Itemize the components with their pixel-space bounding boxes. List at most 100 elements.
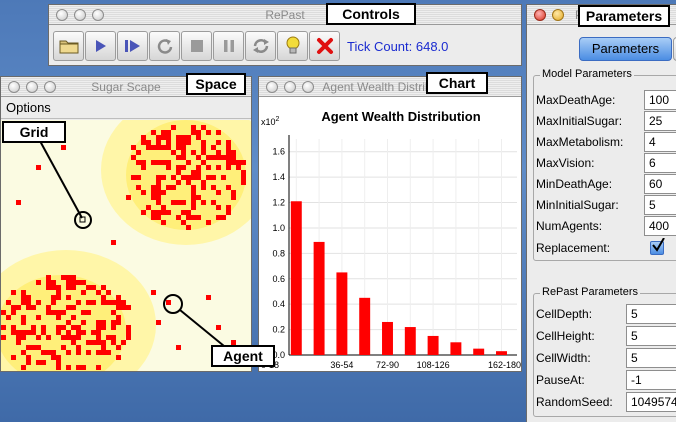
exit-button[interactable] [309,31,340,61]
agent[interactable] [231,150,236,155]
agent[interactable] [156,210,161,215]
agent[interactable] [206,130,211,135]
agent[interactable] [101,285,106,290]
agent[interactable] [111,320,116,325]
pause-at-field[interactable]: -1 [626,370,676,390]
agent[interactable] [146,205,151,210]
agent[interactable] [26,355,31,360]
agent[interactable] [161,220,166,225]
agent[interactable] [181,135,186,140]
agent[interactable] [206,220,211,225]
pause-button[interactable] [213,31,244,61]
agent[interactable] [226,165,231,170]
agent[interactable] [166,140,171,145]
agent[interactable] [201,200,206,205]
agent[interactable] [86,350,91,355]
agent[interactable] [116,300,121,305]
agent[interactable] [181,165,186,170]
agent[interactable] [71,335,76,340]
agent[interactable] [11,305,16,310]
agent[interactable] [61,310,66,315]
agent[interactable] [86,340,91,345]
agent[interactable] [11,290,16,295]
agent[interactable] [221,175,226,180]
agent[interactable] [26,345,31,350]
agent[interactable] [156,320,161,325]
agent[interactable] [41,360,46,365]
agent[interactable] [66,275,71,280]
agent[interactable] [146,145,151,150]
controls-titlebar[interactable]: RePast [49,5,521,25]
agent[interactable] [181,150,186,155]
agent[interactable] [181,155,186,160]
agent[interactable] [71,325,76,330]
agent[interactable] [191,125,196,130]
agent[interactable] [126,195,131,200]
agent[interactable] [191,130,196,135]
agent[interactable] [191,185,196,190]
agent[interactable] [81,330,86,335]
agent[interactable] [96,325,101,330]
agent[interactable] [166,130,171,135]
agent[interactable] [96,290,101,295]
agent[interactable] [196,195,201,200]
agent[interactable] [36,345,41,350]
agent[interactable] [201,140,206,145]
agent[interactable] [216,190,221,195]
random-seed-field[interactable]: 1049574 [626,392,676,412]
agent[interactable] [176,200,181,205]
agent[interactable] [201,150,206,155]
agent[interactable] [166,135,171,140]
agent[interactable] [226,155,231,160]
agent[interactable] [56,310,61,315]
agent[interactable] [161,135,166,140]
agent[interactable] [61,145,66,150]
agent[interactable] [211,175,216,180]
agent[interactable] [191,215,196,220]
agent[interactable] [166,165,171,170]
agent[interactable] [156,140,161,145]
agent[interactable] [96,330,101,335]
agent[interactable] [66,305,71,310]
agent[interactable] [66,350,71,355]
agent[interactable] [136,185,141,190]
sugarscape-grid[interactable] [1,120,252,372]
agent[interactable] [231,190,236,195]
agent[interactable] [16,305,21,310]
agent[interactable] [196,130,201,135]
agent[interactable] [96,350,101,355]
agent[interactable] [226,160,231,165]
setup-button[interactable] [149,31,180,61]
step-button[interactable] [85,31,116,61]
agent[interactable] [51,285,56,290]
agent[interactable] [61,345,66,350]
agent[interactable] [161,190,166,195]
options-menu[interactable]: Options [6,100,51,115]
agent[interactable] [226,210,231,215]
agent[interactable] [156,200,161,205]
agent[interactable] [161,130,166,135]
agent[interactable] [21,300,26,305]
agent[interactable] [71,280,76,285]
agent[interactable] [216,140,221,145]
agent[interactable] [56,330,61,335]
agent[interactable] [46,305,51,310]
agent[interactable] [191,205,196,210]
agent[interactable] [76,335,81,340]
agent[interactable] [121,340,126,345]
agent[interactable] [116,320,121,325]
agent[interactable] [151,290,156,295]
agent[interactable] [196,155,201,160]
agent[interactable] [176,180,181,185]
agent[interactable] [116,355,121,360]
agent[interactable] [91,285,96,290]
agent[interactable] [16,340,21,345]
agent[interactable] [126,335,131,340]
agent[interactable] [26,300,31,305]
agent[interactable] [211,145,216,150]
agent[interactable] [171,175,176,180]
agent[interactable] [156,175,161,180]
agent[interactable] [46,310,51,315]
agent[interactable] [151,190,156,195]
agent[interactable] [141,210,146,215]
